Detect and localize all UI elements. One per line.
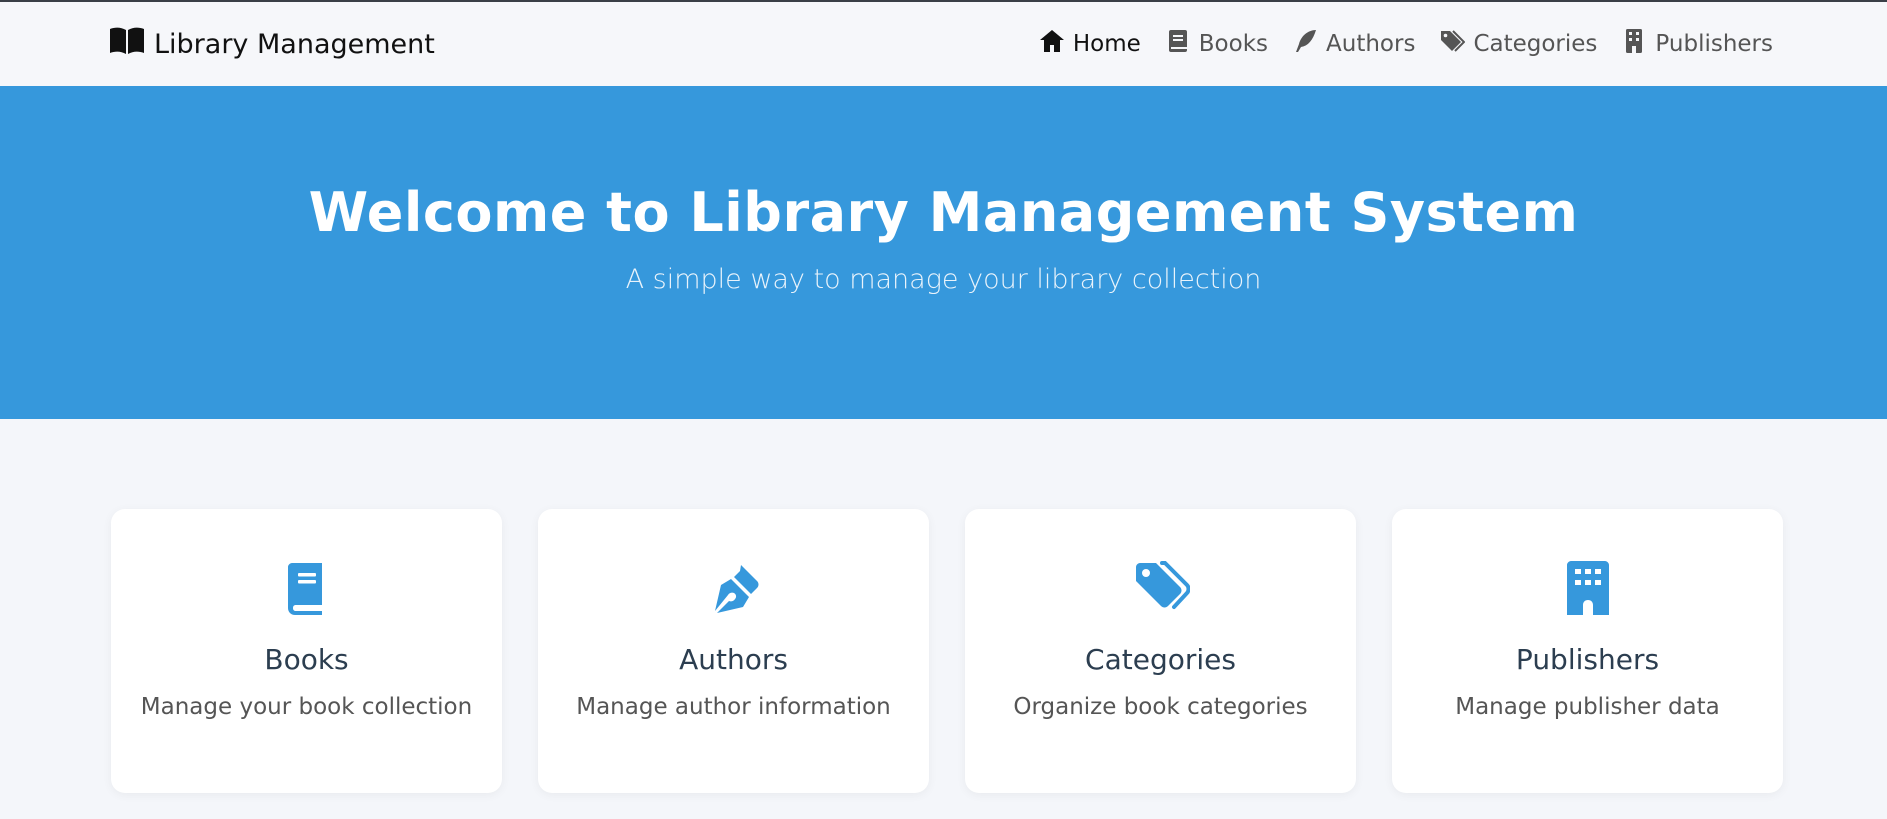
nav-books[interactable]: Books bbox=[1165, 28, 1268, 60]
hero-subtitle: A simple way to manage your library coll… bbox=[625, 264, 1262, 295]
tags-icon bbox=[1439, 28, 1466, 60]
book-icon bbox=[1165, 28, 1191, 60]
hero-banner: Welcome to Library Management System A s… bbox=[0, 86, 1887, 419]
tags-icon bbox=[965, 559, 1356, 617]
card-publishers-title: Publishers bbox=[1515, 643, 1660, 676]
feature-cards: Books Manage your book collection Author… bbox=[0, 419, 1887, 793]
nav-publishers-label: Publishers bbox=[1655, 31, 1773, 57]
building-icon bbox=[1392, 559, 1783, 617]
nav-categories-label: Categories bbox=[1473, 31, 1598, 57]
nav-books-label: Books bbox=[1198, 31, 1269, 57]
nav-categories[interactable]: Categories bbox=[1439, 28, 1597, 60]
card-books-description: Manage your book collection bbox=[140, 694, 473, 720]
nav-authors[interactable]: Authors bbox=[1292, 28, 1415, 60]
book-icon bbox=[111, 559, 502, 617]
nav-home[interactable]: Home bbox=[1039, 28, 1141, 60]
card-books-title: Books bbox=[264, 643, 349, 676]
nav-home-label: Home bbox=[1072, 31, 1141, 57]
pen-nib-icon bbox=[538, 559, 929, 617]
nav-authors-label: Authors bbox=[1326, 31, 1416, 57]
card-authors-description: Manage author information bbox=[576, 694, 891, 720]
hero-title: Welcome to Library Management System bbox=[308, 181, 1579, 244]
card-categories-title: Categories bbox=[1085, 643, 1236, 676]
card-authors-title: Authors bbox=[679, 643, 788, 676]
card-categories-description: Organize book categories bbox=[1013, 694, 1308, 720]
brand-label: Library Management bbox=[154, 28, 435, 60]
feather-icon bbox=[1292, 28, 1318, 60]
open-book-icon bbox=[109, 26, 145, 63]
navbar: Library Management Home Books Authors Ca… bbox=[0, 2, 1887, 86]
card-authors[interactable]: Authors Manage author information bbox=[538, 509, 929, 793]
building-icon bbox=[1621, 28, 1647, 60]
nav-links: Home Books Authors Categories Publishers bbox=[1039, 28, 1773, 60]
card-publishers[interactable]: Publishers Manage publisher data bbox=[1392, 509, 1783, 793]
card-categories[interactable]: Categories Organize book categories bbox=[965, 509, 1356, 793]
home-icon bbox=[1039, 28, 1065, 60]
card-books[interactable]: Books Manage your book collection bbox=[111, 509, 502, 793]
card-publishers-description: Manage publisher data bbox=[1455, 694, 1720, 720]
nav-publishers[interactable]: Publishers bbox=[1621, 28, 1773, 60]
brand-link[interactable]: Library Management bbox=[109, 26, 435, 63]
